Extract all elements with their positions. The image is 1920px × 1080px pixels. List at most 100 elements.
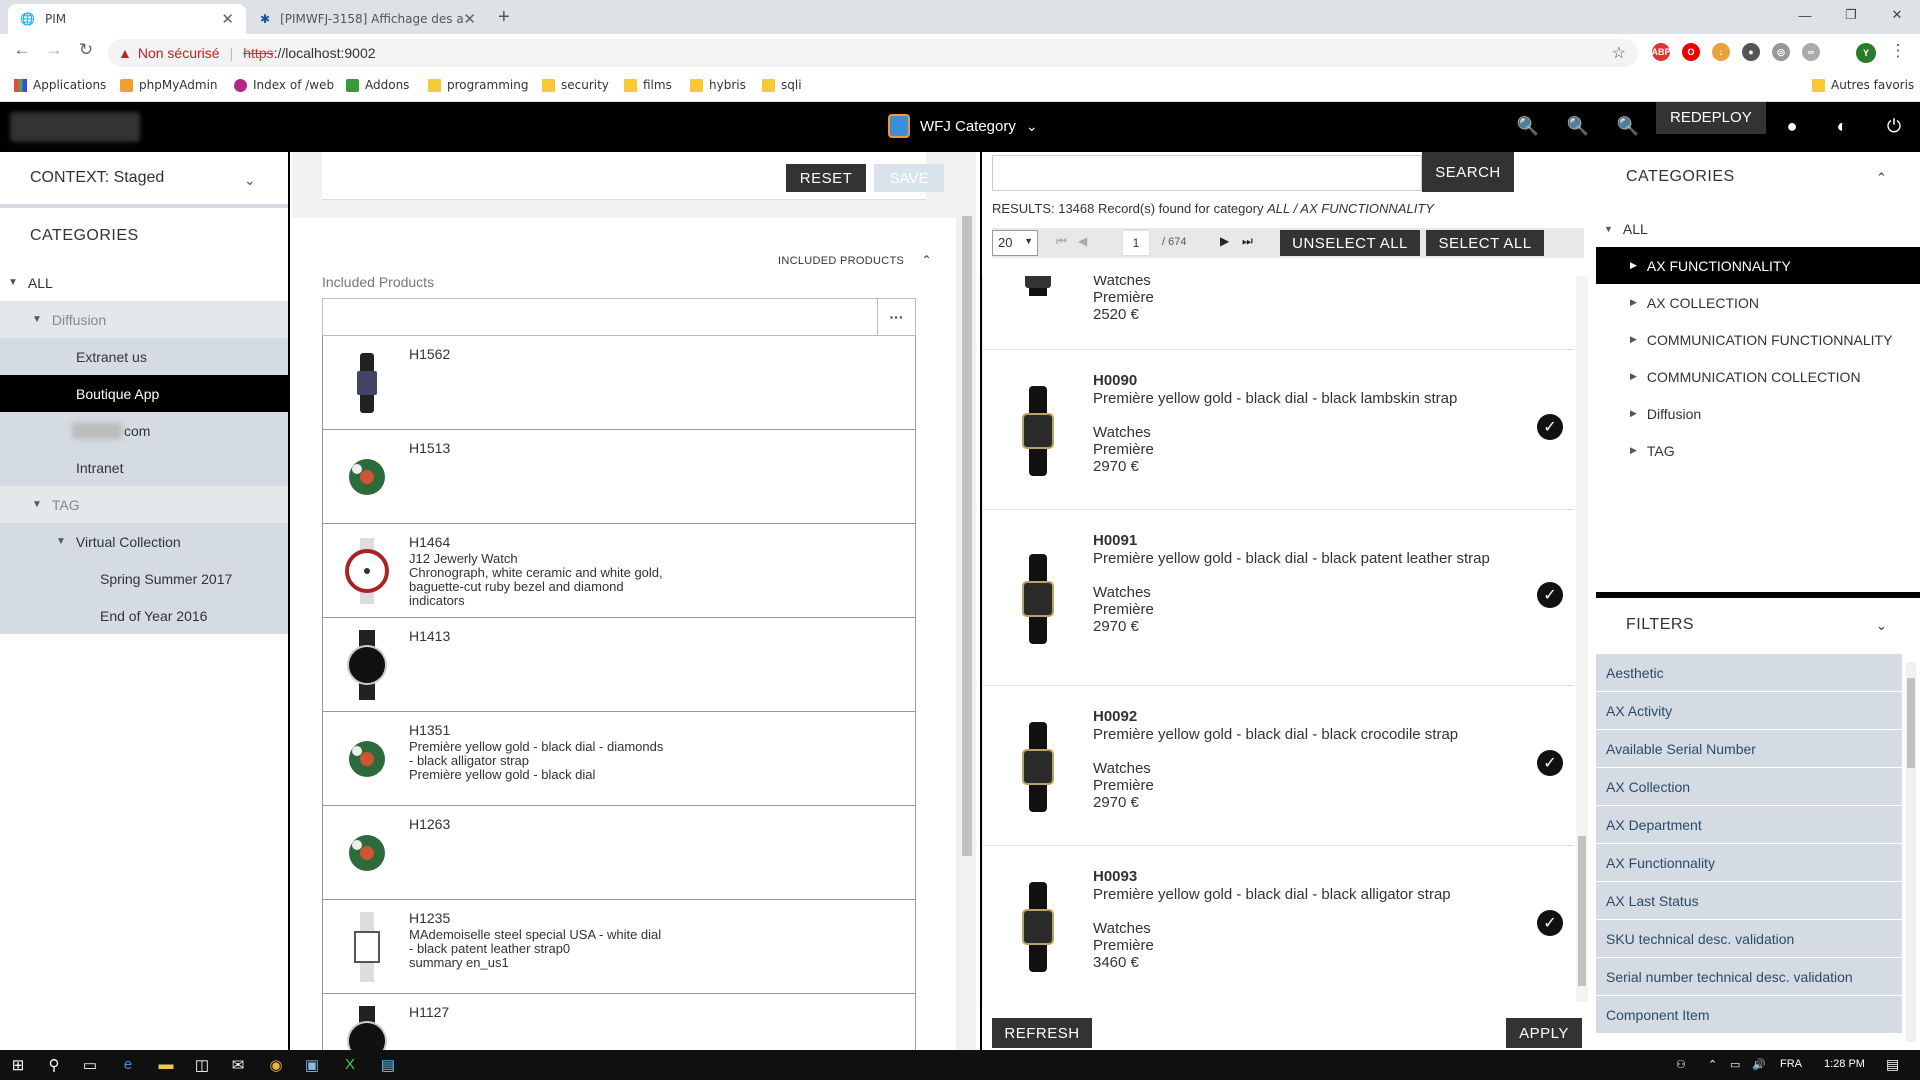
tree-item-spring[interactable]: Spring Summer 2017 (0, 560, 288, 597)
profile-avatar[interactable]: Y (1856, 43, 1876, 63)
forward-icon[interactable]: → (42, 40, 66, 60)
reset-button[interactable]: RESET (786, 164, 866, 192)
category-ax-collection[interactable]: ▶ AX COLLECTION (1596, 284, 1920, 321)
search-m-icon[interactable]: 🔍 (1616, 116, 1640, 137)
windows-start-icon[interactable]: ⊞ (8, 1056, 28, 1074)
product-item[interactable]: H1464 J12 Jewerly Watch Chronograph, whi… (322, 524, 916, 618)
download-ext-icon[interactable]: ↓ (1712, 43, 1730, 61)
bookmark-sqli[interactable]: sqli (762, 78, 802, 92)
expand-arrow-icon[interactable]: ▶ (1630, 408, 1637, 419)
expand-arrow-icon[interactable]: ▶ (1630, 371, 1637, 382)
excel-icon[interactable]: X (340, 1056, 360, 1073)
save-button[interactable]: SAVE (874, 164, 944, 192)
product-item[interactable]: H1235 MAdemoiselle steel special USA - w… (322, 900, 916, 994)
expand-arrow-icon[interactable]: ▼ (32, 499, 42, 510)
filter-item[interactable]: Available Serial Number (1596, 730, 1902, 768)
selected-check-icon[interactable]: ✓ (1537, 910, 1563, 936)
tree-item-all[interactable]: ▼ ALL (0, 264, 288, 301)
filter-item[interactable]: Aesthetic (1596, 654, 1902, 692)
power-icon[interactable]: ⏻ (1882, 116, 1906, 137)
refresh-button[interactable]: REFRESH (992, 1018, 1092, 1048)
extension-icon[interactable]: ∞ (1802, 43, 1820, 61)
search-icon[interactable]: ⚲ (44, 1056, 64, 1074)
select-all-button[interactable]: SELECT ALL (1426, 230, 1544, 256)
category-communication-collection[interactable]: ▶ COMMUNICATION COLLECTION (1596, 358, 1920, 395)
scrollbar-thumb[interactable] (1907, 678, 1915, 768)
collapse-icon[interactable]: ⌄ (244, 172, 256, 189)
back-icon[interactable]: ← (10, 40, 34, 60)
selected-check-icon[interactable]: ✓ (1537, 582, 1563, 608)
expand-arrow-icon[interactable]: ▼ (56, 536, 66, 547)
tree-item-virtual[interactable]: ▼ Virtual Collection (0, 523, 288, 560)
clock[interactable]: 1:28 PM (1824, 1058, 1865, 1070)
bookmark-security[interactable]: security (542, 78, 609, 92)
category-diffusion[interactable]: ▶ Diffusion (1596, 395, 1920, 432)
bookmark-films[interactable]: films (624, 78, 672, 92)
product-item[interactable]: H1351 Première yellow gold - black dial … (322, 712, 916, 806)
bookmark-index-web[interactable]: Index of /web (234, 78, 334, 92)
close-tab-icon[interactable]: ✕ (463, 10, 476, 28)
expand-arrow-icon[interactable]: ▼ (8, 277, 18, 288)
product-item[interactable]: H1127 (322, 994, 916, 1050)
user-icon[interactable]: ● (1780, 116, 1804, 137)
result-item[interactable]: H0093 Première yellow gold - black dial … (982, 846, 1574, 1002)
product-item[interactable]: H1413 (322, 618, 916, 712)
search-input[interactable] (992, 155, 1422, 191)
selected-check-icon[interactable]: ✓ (1537, 414, 1563, 440)
tree-item-diffusion[interactable]: ▼ Diffusion (0, 301, 288, 338)
star-icon[interactable]: ☆ (1612, 43, 1626, 63)
expand-arrow-icon[interactable]: ▼ (32, 314, 42, 325)
search-l-icon[interactable]: 🔍 (1566, 116, 1590, 137)
included-products-input[interactable]: ··· (322, 298, 916, 336)
adblock-icon[interactable]: ABP (1652, 43, 1671, 61)
bookmark-addons[interactable]: Addons (346, 78, 409, 92)
redeploy-button[interactable]: REDEPLOY (1656, 102, 1766, 134)
extension-icon[interactable]: ◎ (1772, 43, 1790, 61)
scrollbar[interactable] (1906, 662, 1916, 1042)
chrome-icon[interactable]: ◉ (266, 1056, 286, 1074)
product-item[interactable]: H1562 (322, 336, 916, 430)
expand-arrow-icon[interactable]: ▶ (1630, 445, 1637, 456)
new-tab-button[interactable]: + (498, 6, 510, 29)
context-selector[interactable]: CONTEXT: Staged ⌄ (0, 152, 288, 208)
people-icon[interactable]: ⚇ (1676, 1058, 1686, 1071)
bookmark-programming[interactable]: programming (428, 78, 528, 92)
result-item[interactable]: H0091 Première yellow gold - black dial … (982, 510, 1574, 686)
section-header[interactable]: INCLUDED PRODUCTS ⌃ (778, 253, 932, 267)
bookmark-applications[interactable]: Applications (14, 78, 106, 92)
result-item[interactable]: Watches Première 2520 € (982, 276, 1574, 350)
collapse-down-icon[interactable]: ⌄ (1876, 618, 1887, 634)
close-window-button[interactable]: ✕ (1874, 0, 1920, 30)
filter-item[interactable]: AX Department (1596, 806, 1902, 844)
product-item[interactable]: H1513 (322, 430, 916, 524)
unselect-all-button[interactable]: UNSELECT ALL (1280, 230, 1420, 256)
bookmark-phpmyadmin[interactable]: phpMyAdmin (120, 78, 218, 92)
omnibox[interactable]: ▲ Non sécurisé | https ://localhost:9002… (108, 39, 1638, 67)
search-x-icon[interactable]: 🔍 (1516, 116, 1540, 137)
volume-icon[interactable]: 🔊 (1752, 1058, 1766, 1071)
expand-arrow-icon[interactable]: ▼ (1604, 224, 1613, 234)
app-icon[interactable]: ▤ (378, 1056, 398, 1074)
bookmark-other[interactable]: Autres favoris (1812, 78, 1914, 92)
next-page-icon[interactable]: ▶ (1220, 234, 1229, 248)
filter-item[interactable]: AX Functionnality (1596, 844, 1902, 882)
store-icon[interactable]: ◫ (192, 1056, 212, 1074)
intellij-icon[interactable]: ▣ (302, 1056, 322, 1074)
reload-icon[interactable]: ↻ (74, 40, 98, 60)
tree-item-tag[interactable]: ▼ TAG (0, 486, 288, 523)
category-communication-functionnality[interactable]: ▶ COMMUNICATION FUNCTIONNALITY (1596, 321, 1920, 358)
bookmark-hybris[interactable]: hybris (690, 78, 746, 92)
filter-item[interactable]: AX Activity (1596, 692, 1902, 730)
filter-item[interactable]: SKU technical desc. validation (1596, 920, 1902, 958)
extension-icon[interactable]: ● (1742, 43, 1760, 61)
language-indicator[interactable]: FRA (1780, 1058, 1802, 1070)
product-item[interactable]: H1263 (322, 806, 916, 900)
mail-icon[interactable]: ✉ (228, 1056, 248, 1074)
restore-button[interactable]: ❐ (1828, 0, 1874, 30)
category-all[interactable]: ▼ ALL (1596, 210, 1920, 247)
file-explorer-icon[interactable]: ▬ (156, 1056, 176, 1073)
tab-pim[interactable]: 🌐 PIM ✕ (8, 4, 246, 34)
category-ax-functionnality[interactable]: ▶ AX FUNCTIONNALITY (1596, 247, 1920, 284)
tab-jira[interactable]: ✱ [PIMWFJ-3158] Affichage des att ✕ (248, 4, 488, 34)
tray-arrow-icon[interactable]: ⌃ (1708, 1058, 1717, 1071)
